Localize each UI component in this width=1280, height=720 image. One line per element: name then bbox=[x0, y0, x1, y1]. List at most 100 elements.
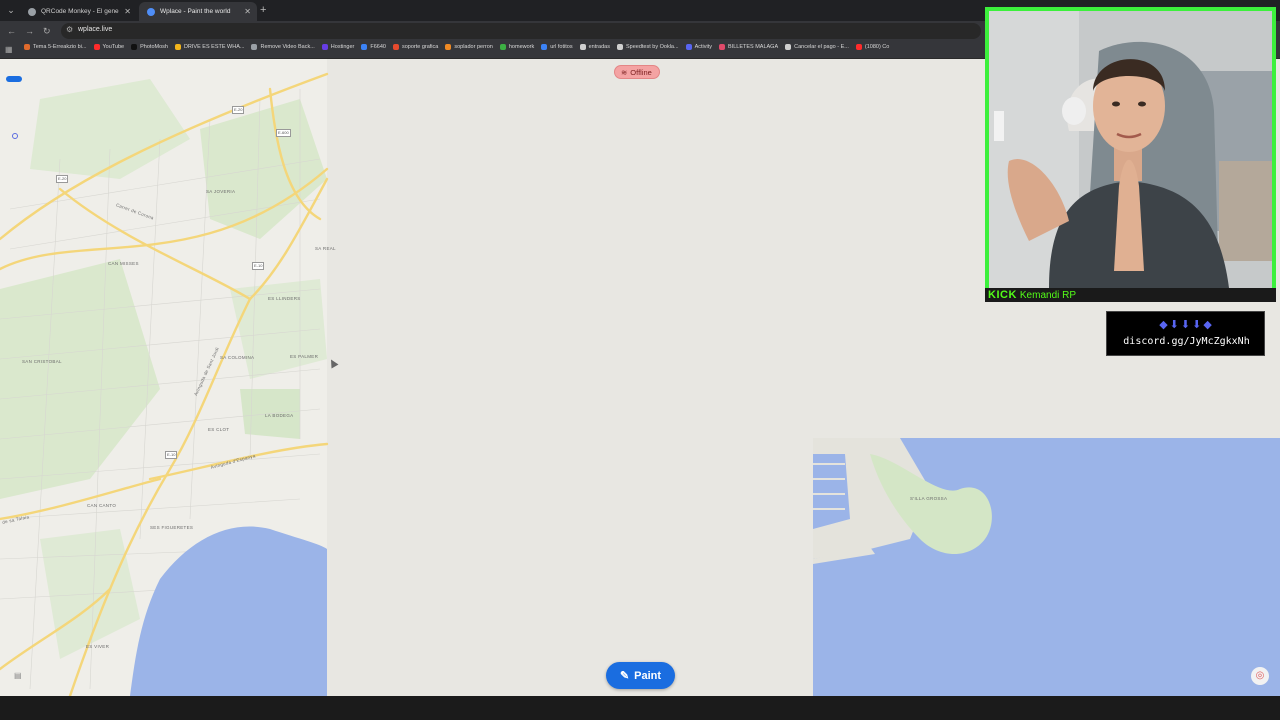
place-label: ES VIVER bbox=[86, 644, 110, 649]
bookmark-favicon-icon bbox=[361, 44, 368, 50]
road-shield: E-600 bbox=[276, 129, 291, 137]
tab-wplace[interactable]: Wplace - Paint the world ✕ bbox=[139, 2, 257, 21]
paint-button[interactable]: ✎ Paint bbox=[606, 662, 675, 689]
site-info-icon[interactable]: ⚙ bbox=[66, 25, 73, 34]
omnibox[interactable]: ⚙ wplace.live bbox=[61, 23, 981, 39]
bookmark-favicon-icon bbox=[685, 44, 692, 50]
bookmark-favicon-icon bbox=[719, 44, 725, 50]
bookmark-item[interactable]: Tema 5-Erreakzio bi... bbox=[24, 44, 87, 50]
user-badge-icon[interactable] bbox=[6, 76, 22, 82]
place-label: SAN CRISTOBAL bbox=[22, 359, 62, 364]
bookmark-label: entradas bbox=[588, 44, 610, 50]
bookmark-label: Remove Video Back... bbox=[260, 44, 315, 50]
discord-link: discord.gg/JyMcZgkxNh bbox=[1123, 336, 1250, 347]
bookmark-item[interactable]: BILLETES MALAGA bbox=[719, 44, 778, 50]
road-shield: E-20 bbox=[56, 175, 69, 183]
bookmark-favicon-icon bbox=[392, 44, 399, 50]
bookmark-label: soporte grafica bbox=[401, 44, 439, 50]
back-icon[interactable]: ← bbox=[7, 25, 16, 37]
bottom-letterbox bbox=[0, 696, 1280, 720]
apps-grid-icon[interactable]: ▦ bbox=[5, 45, 14, 54]
offline-label: Offline bbox=[630, 67, 652, 77]
bookmark-label: Cancelar el pago - E... bbox=[794, 44, 849, 50]
bookmark-favicon-icon bbox=[24, 44, 30, 50]
bookmark-item[interactable]: PhotoMosh bbox=[131, 44, 168, 50]
new-tab-icon[interactable]: + bbox=[260, 3, 266, 17]
bookmark-label: soplador perron bbox=[454, 44, 493, 50]
webcam-overlay bbox=[985, 7, 1276, 292]
wifi-off-icon: ≋ bbox=[621, 67, 628, 77]
bookmark-favicon-icon bbox=[321, 44, 328, 50]
bookmark-item[interactable]: DRIVE ES ESTE WHA... bbox=[174, 44, 245, 50]
bookmark-item[interactable]: Remove Video Back... bbox=[251, 44, 315, 50]
place-label: S'ILLA GROSSA bbox=[910, 496, 948, 501]
bookmark-label: BILLETES MALAGA bbox=[728, 44, 779, 50]
bookmark-favicon-icon bbox=[251, 44, 258, 50]
bookmark-favicon-icon bbox=[93, 44, 100, 50]
bookmark-item[interactable]: url fotitos bbox=[541, 44, 573, 50]
bookmark-item[interactable]: Speedtest by Ookla... bbox=[616, 44, 679, 50]
tab-title: QRCode Monkey - El generado bbox=[41, 8, 119, 15]
bookmark-favicon-icon bbox=[579, 44, 586, 50]
tab-title: Wplace - Paint the world bbox=[160, 8, 231, 15]
bookmark-item[interactable]: soporte grafica bbox=[392, 44, 439, 50]
place-label: SA REAL bbox=[315, 246, 336, 251]
bookmark-item[interactable]: soplador perron bbox=[445, 44, 493, 50]
reload-icon[interactable]: ↻ bbox=[43, 25, 51, 37]
discord-invite-overlay: ◆⬇⬇⬇◆ discord.gg/JyMcZgkxNh bbox=[1106, 311, 1265, 356]
bookmark-label: (1080) Co bbox=[864, 44, 890, 50]
bookmark-label: DRIVE ES ESTE WHA... bbox=[183, 44, 245, 50]
bookmark-favicon-icon bbox=[541, 44, 548, 50]
bookmark-label: F6640 bbox=[370, 44, 386, 50]
road-shield: E-20 bbox=[232, 106, 245, 114]
place-label: CAN MISSES bbox=[108, 261, 139, 266]
place-label: SES FIGUERETES bbox=[150, 525, 194, 530]
bookmark-item[interactable]: F6640 bbox=[361, 44, 386, 50]
pencil-icon: ✎ bbox=[619, 670, 630, 682]
place-label: ES LLINDERS bbox=[268, 296, 301, 301]
bookmark-label: YouTube bbox=[102, 44, 125, 50]
bookmark-favicon-icon bbox=[855, 44, 862, 50]
bookmark-item[interactable]: Cancelar el pago - E... bbox=[785, 44, 849, 50]
tab-qrcode-monkey[interactable]: QRCode Monkey - El generado ✕ bbox=[20, 2, 137, 21]
bookmark-item[interactable]: homework bbox=[499, 44, 534, 50]
road-shield: E-10 bbox=[252, 262, 265, 270]
bookmark-label: Tema 5-Erreakzio bi... bbox=[33, 44, 87, 50]
stream-name-tag: KICK Kemandi RP bbox=[985, 288, 1276, 302]
offline-status-badge: ≋ Offline bbox=[614, 65, 660, 79]
location-icon[interactable]: ◎ bbox=[1251, 667, 1269, 685]
place-label: CAN CANTO bbox=[87, 503, 117, 508]
discord-arrow-icons: ◆⬇⬇⬇◆ bbox=[1159, 319, 1214, 331]
bookmark-label: Activity bbox=[694, 44, 712, 50]
place-label: LA BODEGA bbox=[265, 413, 294, 418]
place-label: SA JOVERIA bbox=[206, 189, 236, 194]
qrcode-favicon-icon bbox=[28, 7, 36, 16]
close-tab-icon[interactable]: ✕ bbox=[244, 7, 251, 16]
bookmark-item[interactable]: Activity bbox=[685, 44, 712, 50]
place-label: SA COLOMINA bbox=[220, 355, 255, 360]
channel-name: Kemandi RP bbox=[1019, 289, 1077, 301]
bookmark-item[interactable]: Hostinger bbox=[321, 44, 354, 50]
wplace-favicon-icon bbox=[147, 7, 155, 16]
close-tab-icon[interactable]: ✕ bbox=[124, 7, 131, 16]
kick-logo: KICK bbox=[988, 289, 1017, 301]
bookmark-item[interactable]: entradas bbox=[579, 44, 610, 50]
streamer-webcam-image bbox=[989, 11, 1272, 288]
url-text[interactable]: wplace.live bbox=[78, 26, 112, 33]
bookmark-favicon-icon bbox=[174, 44, 181, 50]
bookmark-item[interactable]: (1080) Co bbox=[855, 44, 890, 50]
tab-search-icon[interactable]: ⌄ bbox=[4, 4, 18, 17]
screen: ⌄ QRCode Monkey - El generado ✕ Wplace -… bbox=[0, 0, 1280, 720]
bookmark-label: Speedtest by Ookla... bbox=[625, 44, 679, 50]
place-label: ES CLOT bbox=[208, 427, 230, 432]
discord-small-icon[interactable] bbox=[12, 133, 18, 139]
paint-label: Paint bbox=[634, 669, 662, 682]
bookmark-favicon-icon bbox=[499, 44, 506, 50]
place-label: ES PALMER bbox=[290, 354, 319, 359]
layers-icon[interactable]: ▤ bbox=[14, 671, 22, 680]
bookmark-label: url fotitos bbox=[550, 44, 573, 50]
bookmark-list: Tema 5-Erreakzio bi... YouTube PhotoMosh DR… bbox=[24, 44, 889, 50]
road-shield: E-10 bbox=[165, 451, 178, 459]
forward-icon[interactable]: → bbox=[25, 25, 34, 37]
bookmark-item[interactable]: YouTube bbox=[93, 44, 125, 50]
